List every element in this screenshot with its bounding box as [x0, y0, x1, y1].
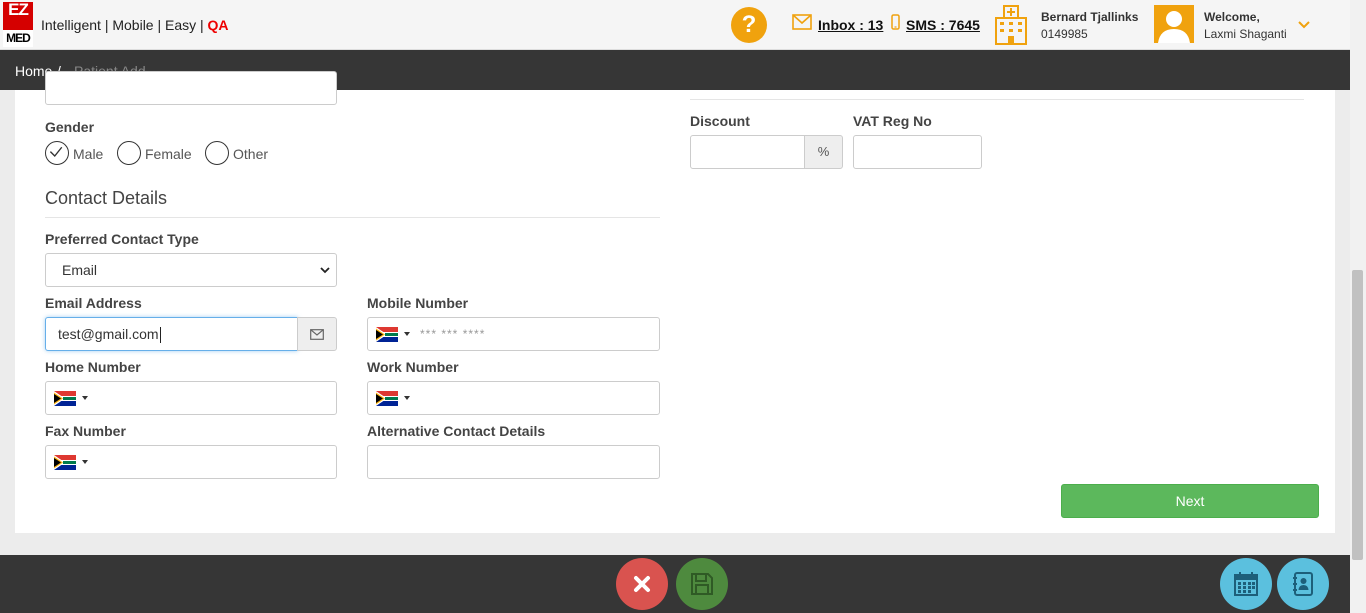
fax-country-selector[interactable]	[54, 453, 94, 471]
discount-field[interactable]	[690, 135, 805, 169]
email-field[interactable]: test@gmail.com	[45, 317, 298, 351]
tagline-text: Intelligent | Mobile | Easy |	[41, 17, 208, 33]
discount-percent-addon: %	[804, 135, 843, 169]
calendar-icon	[1234, 572, 1258, 596]
discount-label: Discount	[690, 113, 750, 129]
work-country-selector[interactable]	[376, 389, 416, 407]
practice-name: Bernard Tjallinks	[1041, 10, 1139, 24]
gender-female-label: Female	[145, 146, 192, 162]
section-divider	[45, 217, 660, 218]
gender-female-radio[interactable]	[117, 141, 141, 165]
alt-contact-label: Alternative Contact Details	[367, 423, 546, 439]
save-button[interactable]	[676, 558, 728, 610]
user-name: Laxmi Shaganti	[1204, 27, 1287, 41]
calendar-button[interactable]	[1220, 558, 1272, 610]
inbox-link[interactable]: Inbox : 13	[818, 17, 883, 33]
envelope-icon	[310, 329, 324, 340]
top-partial-input[interactable]	[45, 71, 337, 105]
contacts-button[interactable]	[1277, 558, 1329, 610]
chevron-down-icon[interactable]	[1297, 20, 1311, 30]
tagline: Intelligent | Mobile | Easy | QA	[41, 17, 229, 33]
scrollbar-thumb[interactable]	[1352, 270, 1363, 560]
practice-number: 0149985	[1041, 27, 1088, 41]
checkmark-icon	[49, 146, 63, 158]
email-addon	[297, 317, 337, 351]
right-divider	[690, 99, 1304, 100]
gender-male-radio[interactable]	[45, 141, 69, 165]
caret-down-icon	[82, 460, 88, 464]
south-africa-flag-icon	[54, 455, 76, 470]
user-avatar[interactable]	[1154, 5, 1194, 43]
preferred-contact-select[interactable]: Email	[45, 253, 337, 287]
mobile-label: Mobile Number	[367, 295, 469, 311]
next-button[interactable]: Next	[1061, 484, 1319, 518]
chevron-down-icon	[320, 267, 330, 274]
work-number-label: Work Number	[367, 359, 459, 375]
logo-med: MED	[3, 30, 33, 47]
question-icon: ?	[741, 11, 757, 38]
sms-link[interactable]: SMS : 7645	[906, 17, 980, 33]
caret-down-icon	[82, 396, 88, 400]
close-icon	[634, 576, 650, 592]
preferred-contact-value: Email	[62, 262, 98, 278]
top-header: EZ MED Intelligent | Mobile | Easy | QA …	[0, 0, 1350, 50]
environment-label: QA	[207, 17, 229, 33]
floppy-disk-icon	[691, 573, 713, 595]
help-button[interactable]: ?	[731, 7, 767, 43]
welcome-text: Welcome,	[1204, 10, 1260, 24]
text-cursor	[159, 327, 161, 344]
bottom-action-bar	[0, 555, 1350, 613]
email-value: test@gmail.com	[58, 326, 159, 342]
gender-label: Gender	[45, 119, 95, 135]
fax-number-label: Fax Number	[45, 423, 126, 439]
hospital-icon[interactable]	[995, 5, 1027, 45]
mobile-placeholder: *** *** ****	[420, 327, 486, 341]
home-country-selector[interactable]	[54, 389, 94, 407]
preferred-contact-label: Preferred Contact Type	[45, 231, 199, 247]
gender-male-label: Male	[73, 146, 104, 162]
vat-reg-label: VAT Reg No	[853, 113, 932, 129]
page-scrollbar[interactable]	[1350, 0, 1366, 613]
south-africa-flag-icon	[376, 391, 398, 406]
alt-contact-field[interactable]	[367, 445, 660, 479]
address-book-icon	[1293, 572, 1313, 596]
mobile-phone-icon	[891, 14, 900, 30]
home-number-label: Home Number	[45, 359, 141, 375]
ezmed-logo[interactable]: EZ MED	[3, 1, 33, 47]
gender-other-label: Other	[233, 146, 269, 162]
south-africa-flag-icon	[376, 327, 398, 342]
envelope-icon	[792, 14, 812, 30]
caret-down-icon	[404, 332, 410, 336]
cancel-button[interactable]	[616, 558, 668, 610]
contact-details-heading: Contact Details	[45, 188, 168, 208]
gender-other-radio[interactable]	[205, 141, 229, 165]
email-label: Email Address	[45, 295, 142, 311]
vat-reg-field[interactable]	[853, 135, 982, 169]
mobile-country-selector[interactable]	[376, 325, 416, 343]
logo-ez: EZ	[3, 1, 33, 30]
caret-down-icon	[404, 396, 410, 400]
user-icon	[1158, 11, 1190, 43]
south-africa-flag-icon	[54, 391, 76, 406]
